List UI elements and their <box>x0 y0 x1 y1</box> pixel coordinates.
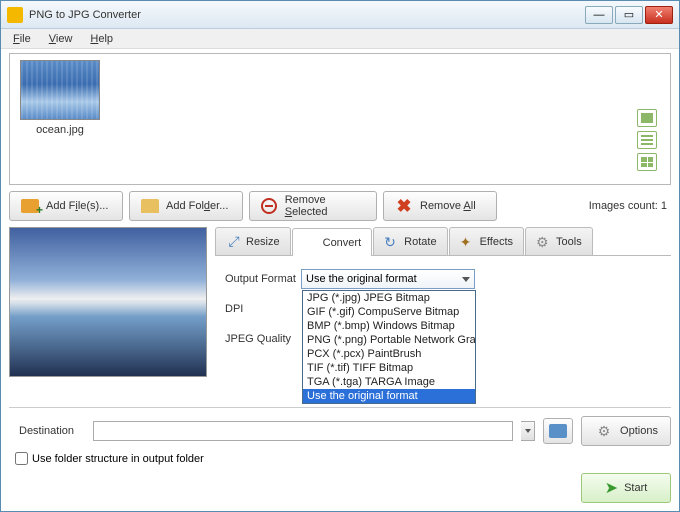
app-icon <box>7 7 23 23</box>
chevron-down-icon <box>525 429 531 433</box>
window-controls: — ▭ ✕ <box>585 6 673 24</box>
close-button[interactable]: ✕ <box>645 6 673 24</box>
thumbnail-item[interactable]: ocean.jpg <box>16 60 104 178</box>
resize-icon: ⤢ <box>226 234 242 250</box>
destination-history-button[interactable] <box>521 421 535 441</box>
menu-view[interactable]: View <box>41 31 81 47</box>
view-list-button[interactable] <box>637 131 657 149</box>
app-window: PNG to JPG Converter — ▭ ✕ File View Hel… <box>0 0 680 512</box>
tools-icon: ⚙ <box>536 234 552 250</box>
thumbnail-label: ocean.jpg <box>16 124 104 136</box>
play-icon: ➤ <box>605 478 618 498</box>
titlebar: PNG to JPG Converter — ▭ ✕ <box>1 1 679 29</box>
thumbnail-image <box>20 60 100 120</box>
tabs: ⤢Resize Convert ↻Rotate ✦Effects ⚙Tools <box>215 227 671 256</box>
rotate-icon: ↻ <box>384 234 400 250</box>
dropdown-option[interactable]: GIF (*.gif) CompuServe Bitmap <box>303 305 475 319</box>
bottom-panel: Destination ⚙Options Use folder structur… <box>9 407 671 503</box>
destination-input[interactable] <box>93 421 513 441</box>
dropdown-option-selected[interactable]: Use the original format <box>303 389 475 403</box>
add-folder-button[interactable]: Add Folder... <box>129 191 243 221</box>
dropdown-option[interactable]: PNG (*.png) Portable Network Graphics <box>303 333 475 347</box>
tab-panel: ⤢Resize Convert ↻Rotate ✦Effects ⚙Tools … <box>215 227 671 401</box>
menu-help[interactable]: Help <box>82 31 121 47</box>
chevron-down-icon <box>462 277 470 282</box>
browse-button[interactable] <box>543 418 573 444</box>
preview-image <box>9 227 207 377</box>
tab-effects[interactable]: ✦Effects <box>449 227 524 255</box>
remove-all-button[interactable]: ✖ Remove All <box>383 191 497 221</box>
folder-open-icon <box>549 424 567 438</box>
add-file-icon <box>21 199 39 213</box>
add-files-button[interactable]: Add File(s)... <box>9 191 123 221</box>
folder-structure-checkbox[interactable] <box>15 452 28 465</box>
view-mode-buttons <box>637 109 657 171</box>
remove-icon <box>261 198 277 214</box>
view-thumbnails-button[interactable] <box>637 109 657 127</box>
output-format-combo[interactable]: Use the original format JPG (*.jpg) JPEG… <box>301 269 475 289</box>
tab-resize[interactable]: ⤢Resize <box>215 227 291 255</box>
dropdown-option[interactable]: JPG (*.jpg) JPEG Bitmap <box>303 291 475 305</box>
view-grid-button[interactable] <box>637 153 657 171</box>
dropdown-option[interactable]: PCX (*.pcx) PaintBrush <box>303 347 475 361</box>
tab-body: Output Format Use the original format JP… <box>215 256 671 401</box>
grid-view-icon <box>641 157 653 167</box>
folder-structure-label: Use folder structure in output folder <box>32 453 204 465</box>
output-format-dropdown: JPG (*.jpg) JPEG Bitmap GIF (*.gif) Comp… <box>302 290 476 404</box>
menubar: File View Help <box>1 29 679 49</box>
folder-structure-row: Use folder structure in output folder <box>9 452 671 465</box>
minimize-button[interactable]: — <box>585 6 613 24</box>
combo-value: Use the original format <box>306 273 417 285</box>
dropdown-option[interactable]: TIF (*.tif) TIFF Bitmap <box>303 361 475 375</box>
maximize-button[interactable]: ▭ <box>615 6 643 24</box>
menu-file[interactable]: File <box>5 31 39 47</box>
destination-label: Destination <box>9 425 85 437</box>
tab-convert[interactable]: Convert <box>292 228 373 256</box>
gear-icon: ⚙ <box>594 422 614 440</box>
tab-tools[interactable]: ⚙Tools <box>525 227 593 255</box>
effects-icon: ✦ <box>460 234 476 250</box>
content: ocean.jpg Add File(s)... Add Folder... R… <box>1 49 679 511</box>
remove-selected-button[interactable]: Remove Selected <box>249 191 377 221</box>
destination-row: Destination ⚙Options <box>9 416 671 446</box>
folder-icon <box>141 199 159 213</box>
start-button[interactable]: ➤Start <box>581 473 671 503</box>
dpi-label: DPI <box>225 303 301 315</box>
thumbnail-view-icon <box>641 113 653 123</box>
images-count-label: Images count: 1 <box>589 200 671 212</box>
options-button[interactable]: ⚙Options <box>581 416 671 446</box>
jpeg-quality-label: JPEG Quality <box>225 333 301 345</box>
tab-rotate[interactable]: ↻Rotate <box>373 227 447 255</box>
window-title: PNG to JPG Converter <box>29 9 585 21</box>
dropdown-option[interactable]: BMP (*.bmp) Windows Bitmap <box>303 319 475 333</box>
mid-row: ⤢Resize Convert ↻Rotate ✦Effects ⚙Tools … <box>9 227 671 401</box>
list-view-icon <box>641 135 653 145</box>
dropdown-option[interactable]: TGA (*.tga) TARGA Image <box>303 375 475 389</box>
thumbnail-area[interactable]: ocean.jpg <box>9 53 671 185</box>
toolbar: Add File(s)... Add Folder... Remove Sele… <box>9 191 671 221</box>
output-format-label: Output Format <box>225 273 301 285</box>
remove-all-icon: ✖ <box>394 197 414 215</box>
